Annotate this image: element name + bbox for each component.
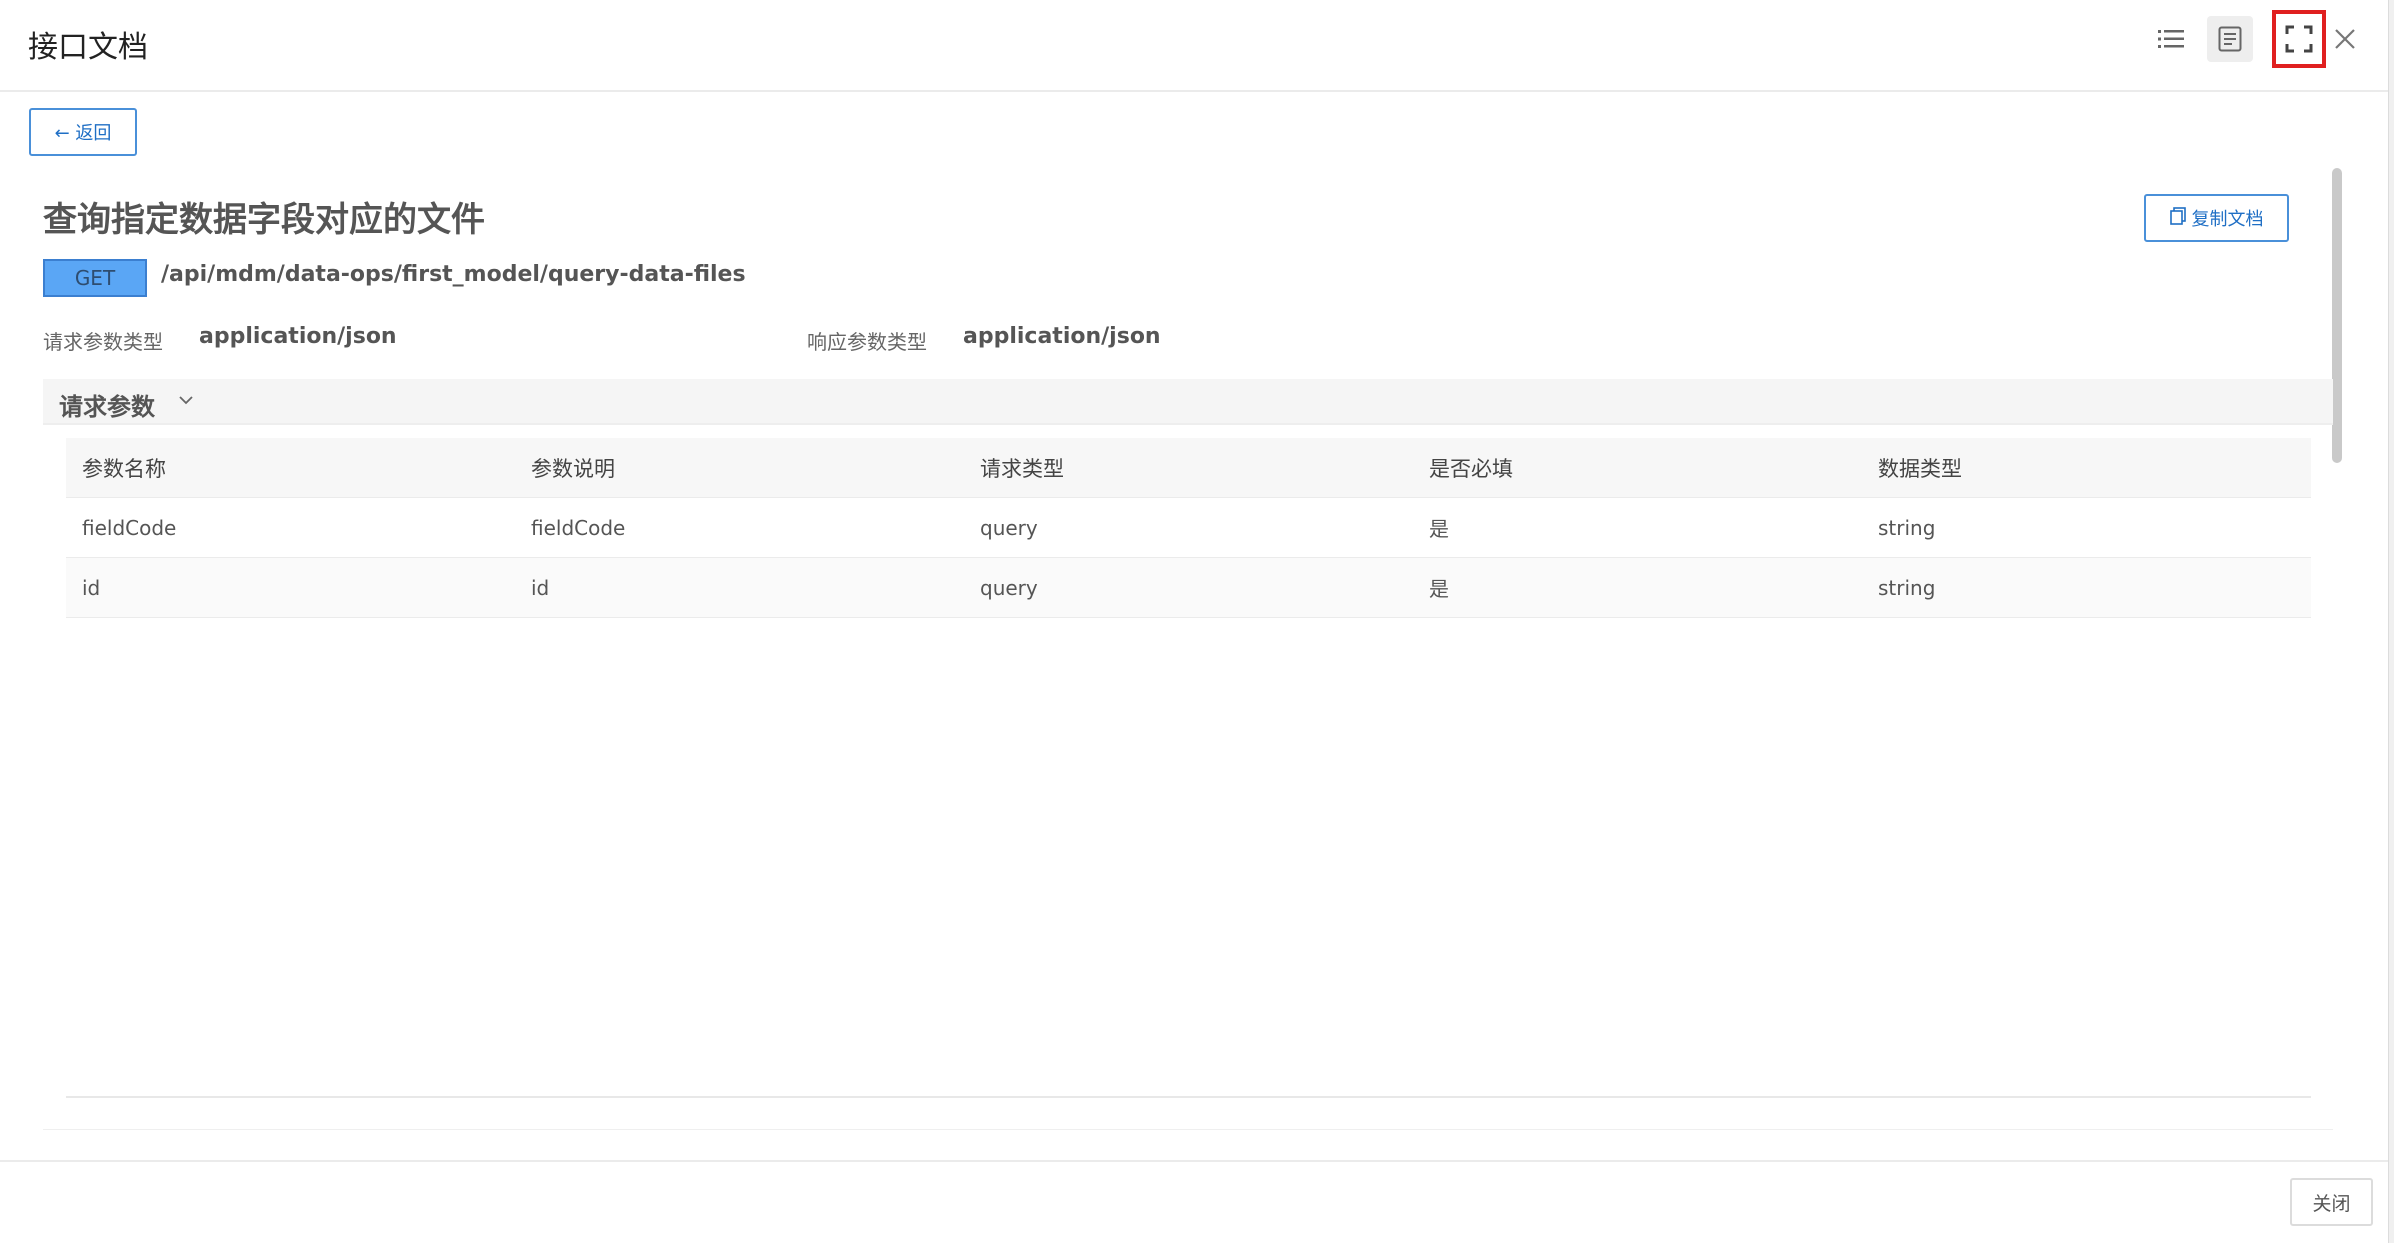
table-cell: string <box>1878 515 1936 540</box>
close-button[interactable]: 关闭 <box>2290 1178 2373 1226</box>
table-cell: id <box>531 575 550 600</box>
table-cell: fieldCode <box>531 515 626 540</box>
table-row: fieldCode fieldCode query 是 string <box>66 498 2311 558</box>
request-type-value: application/json <box>199 324 397 349</box>
section-title: 请求参数 <box>59 393 155 421</box>
table-cell: id <box>82 575 101 600</box>
copy-doc-label: 复制文档 <box>2191 209 2264 230</box>
table-cell: 是 <box>1429 517 1449 541</box>
http-method-badge: GET <box>43 259 147 297</box>
column-header: 是否必填 <box>1429 456 1513 481</box>
back-button[interactable]: ← 返回 <box>29 108 137 156</box>
table-cell: query <box>980 515 1038 540</box>
column-header: 参数说明 <box>531 456 615 481</box>
request-params-section-header[interactable]: 请求参数 <box>43 379 2333 425</box>
dialog-footer: 关闭 <box>0 1160 2388 1243</box>
response-type-label: 响应参数类型 <box>807 330 927 354</box>
document-view-icon[interactable] <box>2207 16 2253 62</box>
divider <box>66 1096 2311 1098</box>
dialog-header: 接口文档 <box>0 0 2388 92</box>
vertical-scrollbar[interactable] <box>2332 168 2342 463</box>
response-type-value: application/json <box>963 324 1161 349</box>
column-header: 数据类型 <box>1878 456 1962 481</box>
table-header-row: 参数名称 参数说明 请求类型 是否必填 数据类型 <box>66 438 2311 498</box>
chevron-down-icon[interactable] <box>177 391 195 413</box>
request-type-label: 请求参数类型 <box>43 330 163 354</box>
api-path: /api/mdm/data-ops/first_model/query-data… <box>161 262 746 287</box>
copy-icon <box>2169 206 2186 230</box>
list-icon[interactable] <box>2148 16 2194 62</box>
table-cell: string <box>1878 575 1936 600</box>
copy-doc-button[interactable]: 复制文档 <box>2144 194 2289 242</box>
divider <box>43 1129 2333 1130</box>
fullscreen-icon[interactable] <box>2272 10 2326 68</box>
table-cell: fieldCode <box>82 515 177 540</box>
table-cell: query <box>980 575 1038 600</box>
dialog-title: 接口文档 <box>28 30 148 65</box>
column-header: 请求类型 <box>980 456 1064 481</box>
table-row: id id query 是 string <box>66 558 2311 618</box>
api-title: 查询指定数据字段对应的文件 <box>43 200 485 240</box>
window-edge <box>2388 0 2394 1243</box>
column-header: 参数名称 <box>82 456 166 481</box>
table-cell: 是 <box>1429 577 1449 601</box>
close-icon[interactable] <box>2322 16 2368 62</box>
params-table: 参数名称 参数说明 请求类型 是否必填 数据类型 fieldCode field… <box>66 438 2311 618</box>
api-doc-dialog: 接口文档 ← 返回 查询指定数据字段对应的文件 复制文档 GET /api/md… <box>0 0 2394 1243</box>
